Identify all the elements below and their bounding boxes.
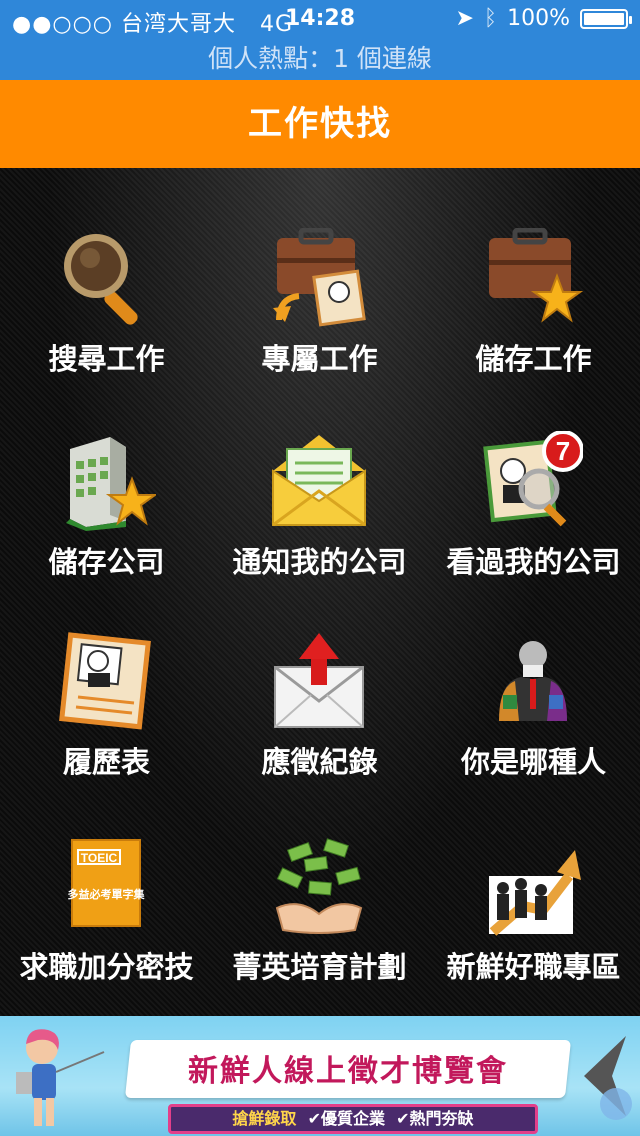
- status-bar: ●●○○○ 台湾大哥大 4G 14:28 ➤ ᛒ 100%: [0, 0, 640, 40]
- banner-subline: 搶鮮錄取 ✔優質企業 ✔熱門夯缺: [168, 1104, 538, 1134]
- svg-text:TOEIC: TOEIC: [81, 851, 118, 865]
- girl-mascot-icon: [16, 1029, 105, 1126]
- battery-icon: [580, 8, 632, 29]
- banner-sub-2: ✔優質企業: [307, 1109, 385, 1128]
- menu-item-label: 新鮮好職專區: [446, 950, 621, 984]
- svg-text:多益必考單字集: 多益必考單字集: [68, 887, 146, 901]
- menu-item-saved-companies[interactable]: 儲存公司: [0, 371, 213, 579]
- menu-item-label: 履歷表: [62, 745, 150, 779]
- menu-item-notify-company[interactable]: 通知我的公司: [213, 371, 426, 579]
- notification-badge: 7: [556, 436, 570, 466]
- banner-sub-3: ✔熱門夯缺: [396, 1109, 474, 1128]
- menu-item-label: 應徵紀錄: [261, 745, 378, 779]
- money-hands-icon: [275, 838, 363, 934]
- toeic-book-icon: TOEIC 多益必考單字集: [68, 839, 146, 927]
- magnifier-icon: [64, 234, 138, 325]
- menu-item-label: 你是哪種人: [460, 745, 606, 779]
- menu-item-exclusive-jobs[interactable]: 專屬工作: [213, 168, 426, 376]
- menu-item-saved-jobs[interactable]: 儲存工作: [427, 168, 640, 376]
- banner-sub-1: 搶鮮錄取: [232, 1109, 297, 1128]
- envelope-icon: [272, 435, 366, 527]
- banner-headline: 新鮮人線上徵才博覽會: [188, 1054, 508, 1089]
- hotspot-bar[interactable]: 個人熱點：1 個連線: [0, 40, 640, 80]
- menu-item-elite-program[interactable]: 菁英培育計劃: [213, 776, 426, 984]
- resume-icon: [59, 632, 151, 730]
- promo-banner[interactable]: 新鮮人線上徵才博覽會 搶鮮錄取 ✔優質企業 ✔熱門夯缺: [0, 1016, 640, 1136]
- briefcase-profile-icon: [273, 228, 366, 327]
- status-right: ➤ ᛒ 100%: [455, 6, 632, 31]
- menu-item-resume[interactable]: 履歷表: [0, 571, 213, 779]
- person-puzzle-icon: [499, 641, 567, 721]
- profile-magnifier-icon: 7: [483, 431, 583, 527]
- menu-item-label: 求職加分密技: [19, 950, 194, 984]
- page-title: 工作快找: [0, 80, 640, 168]
- menu-item-application-history[interactable]: 應徵紀錄: [213, 571, 426, 779]
- chevron-left-icon: [584, 1036, 632, 1120]
- envelope-upload-icon: [274, 633, 364, 728]
- briefcase-star-icon: [489, 228, 583, 323]
- menu-item-job-tips[interactable]: TOEIC 多益必考單字集 求職加分密技: [0, 776, 213, 984]
- graduates-arrow-icon: [489, 850, 581, 936]
- menu-item-label: 菁英培育計劃: [232, 950, 407, 984]
- battery-percent: 100%: [507, 6, 570, 31]
- menu-item-viewed-me[interactable]: 7 看過我的公司: [427, 371, 640, 579]
- building-star-icon: [66, 437, 156, 531]
- bluetooth-icon: ᛒ: [483, 6, 498, 31]
- menu-item-fresh-jobs[interactable]: 新鮮好職專區: [427, 776, 640, 984]
- menu-grid: 搜尋工作 專屬工作 儲存工作 儲存公司 通知我的公司 7 看過我的公司 履歷表 …: [0, 168, 640, 1016]
- location-arrow-icon: ➤: [455, 6, 474, 31]
- menu-item-personality[interactable]: 你是哪種人: [427, 571, 640, 779]
- menu-item-search-jobs[interactable]: 搜尋工作: [0, 168, 213, 376]
